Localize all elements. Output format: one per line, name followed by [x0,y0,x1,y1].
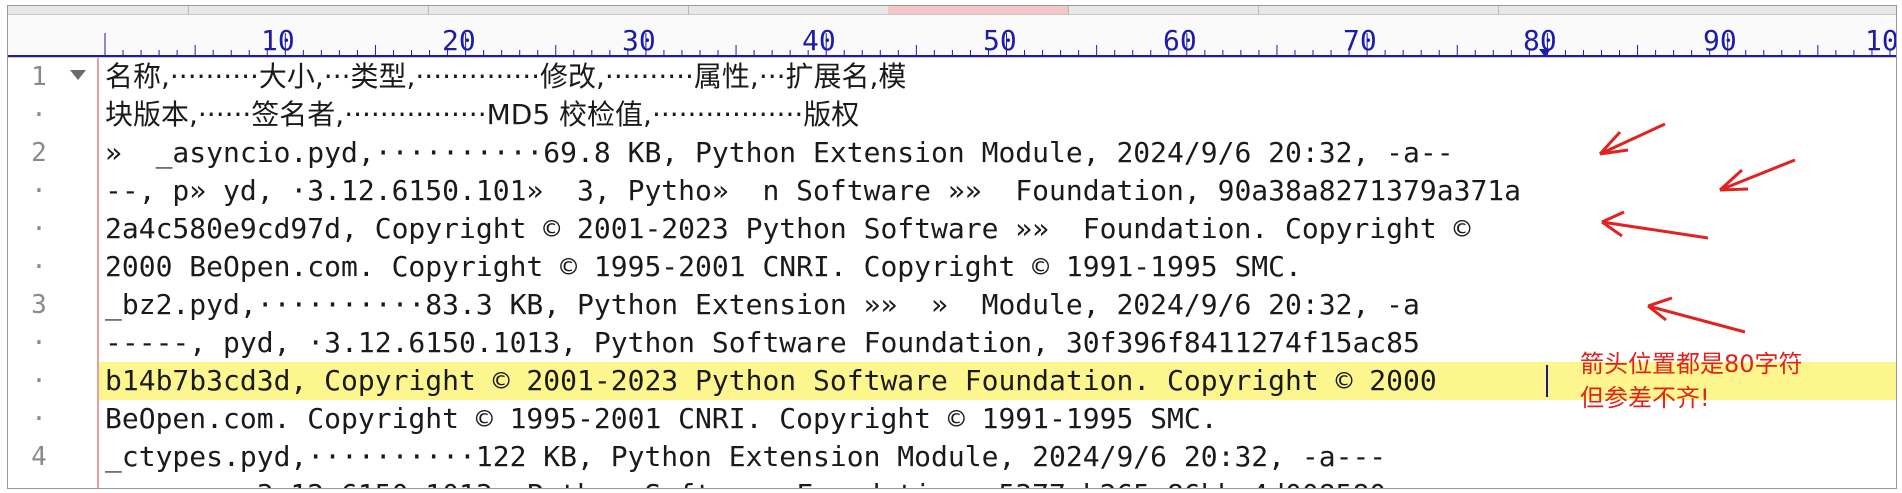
line-number: · [31,214,47,244]
ruler-mark-70: 70 [1343,24,1377,57]
ruler-mark-90: 90 [1703,24,1737,57]
ruler-mark-20: 20 [442,24,476,57]
tab[interactable] [688,6,889,14]
line-number: · [31,366,47,396]
line-number: · [31,100,47,130]
tab[interactable] [1258,6,1499,14]
tab[interactable] [1068,6,1259,14]
text-line[interactable]: ------, ·3.12.6150.1013, Python Software… [105,476,1386,488]
text-line[interactable]: 2a4c580e9cd97d, Copyright © 2001-2023 Py… [105,210,1470,248]
ruler-mark-30: 30 [622,24,656,57]
editor-window: 10 20 30 40 50 60 70 80 90 10 1 · 2 · · … [7,5,1897,489]
line-number: 1 [31,62,47,92]
line-number: 3 [31,290,47,320]
ruler-mark-50: 50 [983,24,1017,57]
ruler-mark-10: 10 [261,24,295,57]
tab-strip [8,6,1896,15]
tab[interactable] [188,6,429,14]
text-cursor [1546,365,1548,397]
text-line[interactable]: _ctypes.pyd,··········122 KB, Python Ext… [105,438,1386,476]
ruler-mark-80: 80 [1523,24,1557,57]
ruler-mark-100: 10 [1865,24,1897,57]
text-line[interactable]: » _asyncio.pyd,··········69.8 KB, Python… [105,134,1454,172]
line-number: · [31,176,47,206]
line-number: · [31,252,47,282]
annotation-line-1: 箭头位置都是80字符 [1580,350,1803,378]
fold-toggle-icon[interactable] [70,70,86,80]
line-number: 2 [31,138,47,168]
tab[interactable] [8,6,189,14]
text-line[interactable]: 2000 BeOpen.com. Copyright © 1995-2001 C… [105,248,1302,286]
text-line[interactable]: 块版本,······签名者,················MD5 校检值,··… [105,96,859,134]
annotation-note: 箭头位置都是80字符 但参差不齐! [1580,347,1803,415]
text-line[interactable]: -----, pyd, ·3.12.6150.1013, Python Soft… [105,324,1420,362]
text-line[interactable]: 名称,··········大小,···类型,··············修改,·… [105,58,906,96]
text-area[interactable]: 名称,··········大小,···类型,··············修改,·… [105,58,1885,488]
line-number: · [31,404,47,434]
ruler-mark-60: 60 [1163,24,1197,57]
ruler-mark-40: 40 [802,24,836,57]
tab[interactable] [428,6,689,14]
text-line[interactable]: BeOpen.com. Copyright © 1995-2001 CNRI. … [105,400,1218,438]
gutter-separator [97,58,99,488]
annotation-line-2: 但参差不齐! [1580,384,1710,412]
line-number: · [31,328,47,358]
line-number: 4 [31,442,47,472]
text-line[interactable]: b14b7b3cd3d, Copyright © 2001-2023 Pytho… [105,362,1437,400]
text-line[interactable]: --, p» yd, ·3.12.6150.101» 3, Pytho» n S… [105,172,1521,210]
column-ruler: 10 20 30 40 50 60 70 80 90 10 [8,15,1896,58]
tab-active[interactable] [888,6,1069,14]
text-line[interactable]: _bz2.pyd,··········83.3 KB, Python Exten… [105,286,1420,324]
